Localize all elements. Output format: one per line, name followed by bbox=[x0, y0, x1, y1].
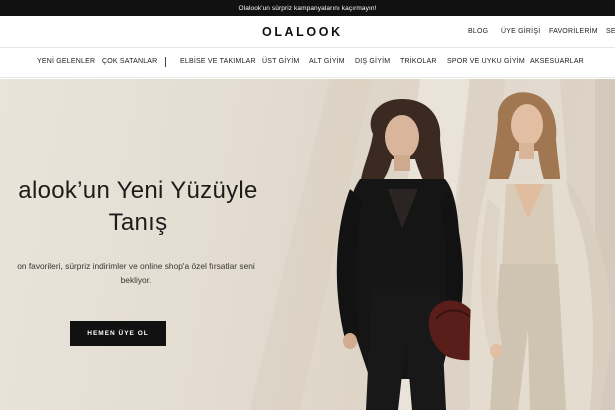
nav-divider bbox=[165, 57, 166, 67]
cart-link[interactable]: SE bbox=[606, 28, 615, 35]
nav-item-knitwear[interactable]: TRİKOLAR bbox=[400, 58, 437, 65]
nav-item-accessories[interactable]: AKSESUARLAR bbox=[530, 58, 584, 65]
nav-item-tops[interactable]: ÜST GİYİM bbox=[262, 58, 299, 65]
hero-subtitle-line2: bekliyor. bbox=[120, 275, 152, 285]
main-navigation: YENİ GELENLER ÇOK SATANLAR ELBİSE VE TAK… bbox=[0, 48, 615, 78]
member-login-link[interactable]: ÜYE GİRİŞİ bbox=[501, 28, 540, 35]
hero-subtitle-line1: on favorileri, sürpriz indirimler ve onl… bbox=[17, 261, 255, 271]
hero-title-line2: Tanış bbox=[108, 209, 168, 236]
hero-photo bbox=[250, 79, 615, 410]
header: OLALOOK BLOG ÜYE GİRİŞİ FAVORİLERİM SE bbox=[0, 16, 615, 48]
hero-subtitle: on favorileri, sürpriz indirimler ve onl… bbox=[0, 259, 286, 287]
announcement-bar[interactable]: Olalook'un sürpriz kampanyalarını kaçırm… bbox=[0, 0, 615, 16]
hero-title: alook’un Yeni Yüzüyle Tanış bbox=[0, 175, 288, 239]
blog-link[interactable]: BLOG bbox=[468, 28, 488, 35]
nav-item-bottoms[interactable]: ALT GİYİM bbox=[309, 58, 345, 65]
nav-item-best-sellers[interactable]: ÇOK SATANLAR bbox=[102, 58, 157, 65]
favorites-link[interactable]: FAVORİLERİM bbox=[549, 28, 598, 35]
join-now-button[interactable]: HEMEN ÜYE OL bbox=[70, 321, 166, 346]
nav-item-sport-sleep[interactable]: SPOR VE UYKU GİYİM bbox=[447, 58, 525, 65]
announcement-text[interactable]: Olalook'un sürpriz kampanyalarını kaçırm… bbox=[239, 5, 377, 12]
hero-banner[interactable]: alook’un Yeni Yüzüyle Tanış on favoriler… bbox=[0, 79, 615, 410]
hero-title-line1: alook’un Yeni Yüzüyle bbox=[18, 177, 258, 204]
nav-item-outerwear[interactable]: DIŞ GİYİM bbox=[355, 58, 390, 65]
nav-item-new-arrivals[interactable]: YENİ GELENLER bbox=[37, 58, 95, 65]
site-logo[interactable]: OLALOOK bbox=[262, 25, 343, 39]
nav-item-dresses[interactable]: ELBİSE VE TAKIMLAR bbox=[180, 58, 256, 65]
